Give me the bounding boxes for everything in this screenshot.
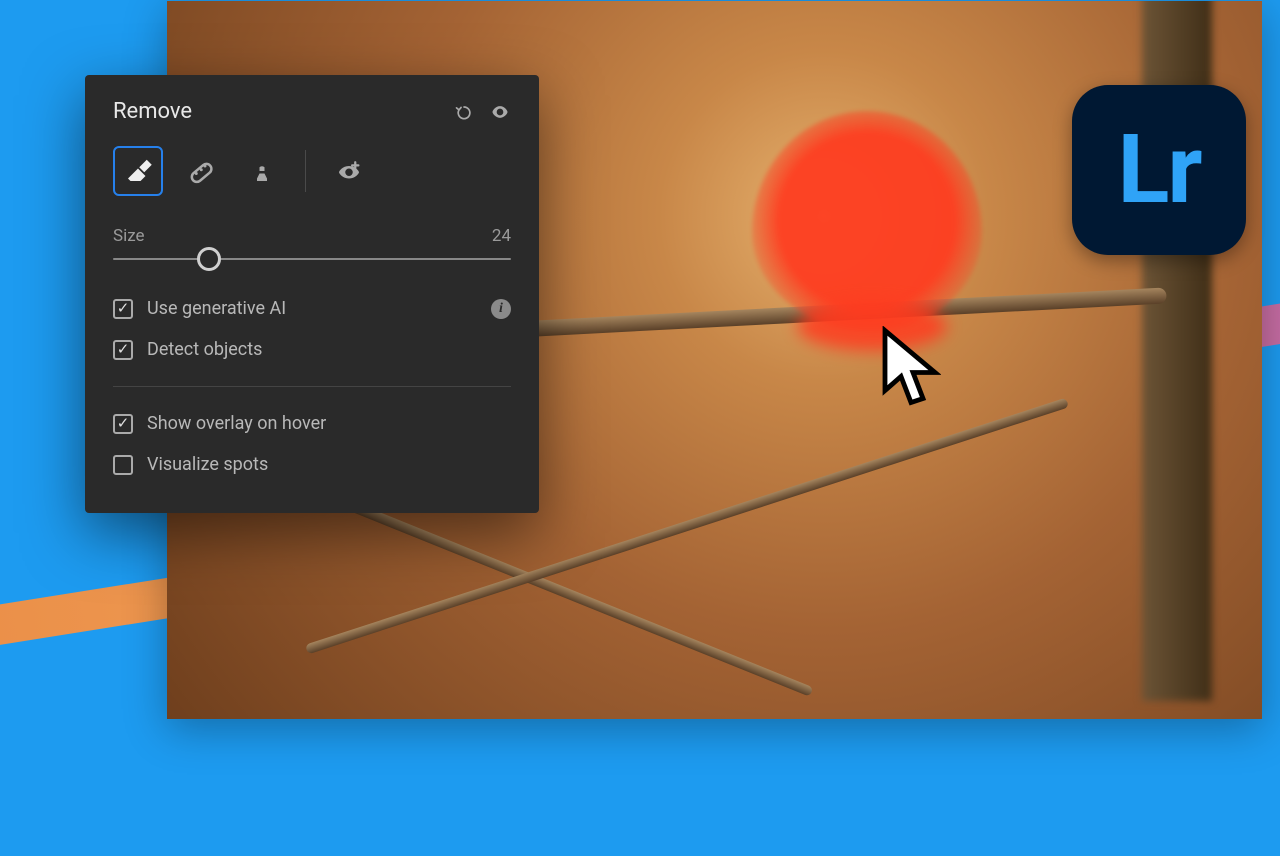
clone-stamp-tool-button[interactable]	[237, 146, 287, 196]
size-slider-handle[interactable]	[197, 247, 221, 271]
info-icon[interactable]: i	[491, 299, 511, 319]
use-generative-ai-label: Use generative AI	[147, 298, 286, 319]
heal-tool-button[interactable]	[175, 146, 225, 196]
selection-mask-overlay	[752, 111, 982, 331]
detect-objects-label: Detect objects	[147, 339, 262, 360]
remove-panel: Remove Size 24	[85, 75, 539, 513]
tool-row	[113, 146, 511, 196]
visualize-spots-label: Visualize spots	[147, 454, 268, 475]
show-overlay-checkbox[interactable]	[113, 414, 133, 434]
visibility-eye-icon[interactable]	[489, 101, 511, 123]
size-slider-track[interactable]	[113, 258, 511, 260]
size-slider-value: 24	[492, 226, 511, 246]
lightroom-app-badge-text: Lr	[1117, 114, 1200, 226]
panel-title: Remove	[113, 99, 192, 124]
visualize-spots-checkbox[interactable]	[113, 455, 133, 475]
detect-objects-checkbox[interactable]	[113, 340, 133, 360]
selection-mask-overlay	[797, 301, 947, 351]
detect-objects-row: Detect objects	[113, 329, 511, 370]
panel-header: Remove	[113, 99, 511, 124]
panel-separator	[113, 386, 511, 387]
panel-header-actions	[453, 101, 511, 123]
show-overlay-label: Show overlay on hover	[147, 413, 326, 434]
visualize-spots-row: Visualize spots	[113, 444, 511, 485]
size-slider-label: Size	[113, 226, 145, 246]
tool-divider	[305, 150, 306, 192]
use-generative-ai-row: Use generative AI i	[113, 288, 511, 329]
show-overlay-row: Show overlay on hover	[113, 403, 511, 444]
lightroom-app-badge: Lr	[1072, 85, 1246, 255]
remove-tool-button[interactable]	[113, 146, 163, 196]
undo-icon[interactable]	[453, 101, 475, 123]
use-generative-ai-checkbox[interactable]	[113, 299, 133, 319]
red-eye-tool-button[interactable]	[324, 146, 374, 196]
size-slider: Size 24	[113, 226, 511, 260]
